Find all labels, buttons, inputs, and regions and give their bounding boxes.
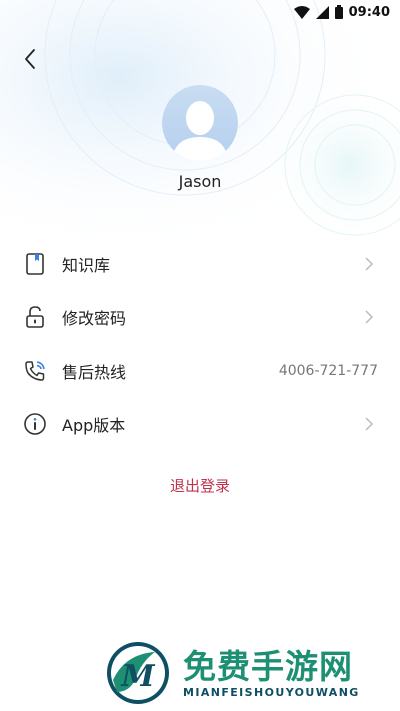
menu-item-support-hotline[interactable]: 售后热线 4006-721-777 xyxy=(0,344,400,398)
back-button[interactable] xyxy=(18,46,44,72)
menu-item-label: App版本 xyxy=(62,416,126,436)
avatar[interactable] xyxy=(162,85,238,161)
menu-item-label: 知识库 xyxy=(62,255,111,275)
chevron-right-icon xyxy=(365,310,374,324)
menu-item-change-password[interactable]: 修改密码 xyxy=(0,291,400,345)
logout-button[interactable]: 退出登录 xyxy=(0,475,400,496)
book-icon xyxy=(22,251,48,277)
watermark-logo-icon: M xyxy=(107,642,169,704)
menu-item-label: 修改密码 xyxy=(62,309,127,329)
menu-item-knowledge-base[interactable]: 知识库 xyxy=(0,237,400,291)
chevron-right-icon xyxy=(365,417,374,431)
chevron-left-icon xyxy=(25,49,35,69)
signal-icon xyxy=(315,5,329,19)
watermark-title: 免费手游网 xyxy=(183,647,353,686)
info-icon xyxy=(22,411,48,437)
settings-menu: 知识库 修改密码 售后热线 4006-721-777 App版本 xyxy=(0,237,400,451)
svg-text:M: M xyxy=(120,659,155,694)
menu-item-app-version[interactable]: App版本 xyxy=(0,398,400,452)
phone-icon xyxy=(22,358,48,384)
status-time: 09:40 xyxy=(348,4,390,20)
watermark: M 免费手游网 MIANFEISHOUYOUWANG xyxy=(103,636,395,711)
lock-icon xyxy=(22,304,48,330)
menu-item-label: 售后热线 xyxy=(62,362,127,382)
username: Jason xyxy=(178,172,222,191)
wifi-icon xyxy=(293,5,310,19)
battery-icon xyxy=(334,5,343,19)
status-bar: 09:40 xyxy=(0,0,400,24)
watermark-subtitle: MIANFEISHOUYOUWANG xyxy=(183,686,360,699)
user-avatar-icon xyxy=(162,85,238,161)
chevron-right-icon xyxy=(365,257,374,271)
hotline-number[interactable]: 4006-721-777 xyxy=(279,363,378,379)
